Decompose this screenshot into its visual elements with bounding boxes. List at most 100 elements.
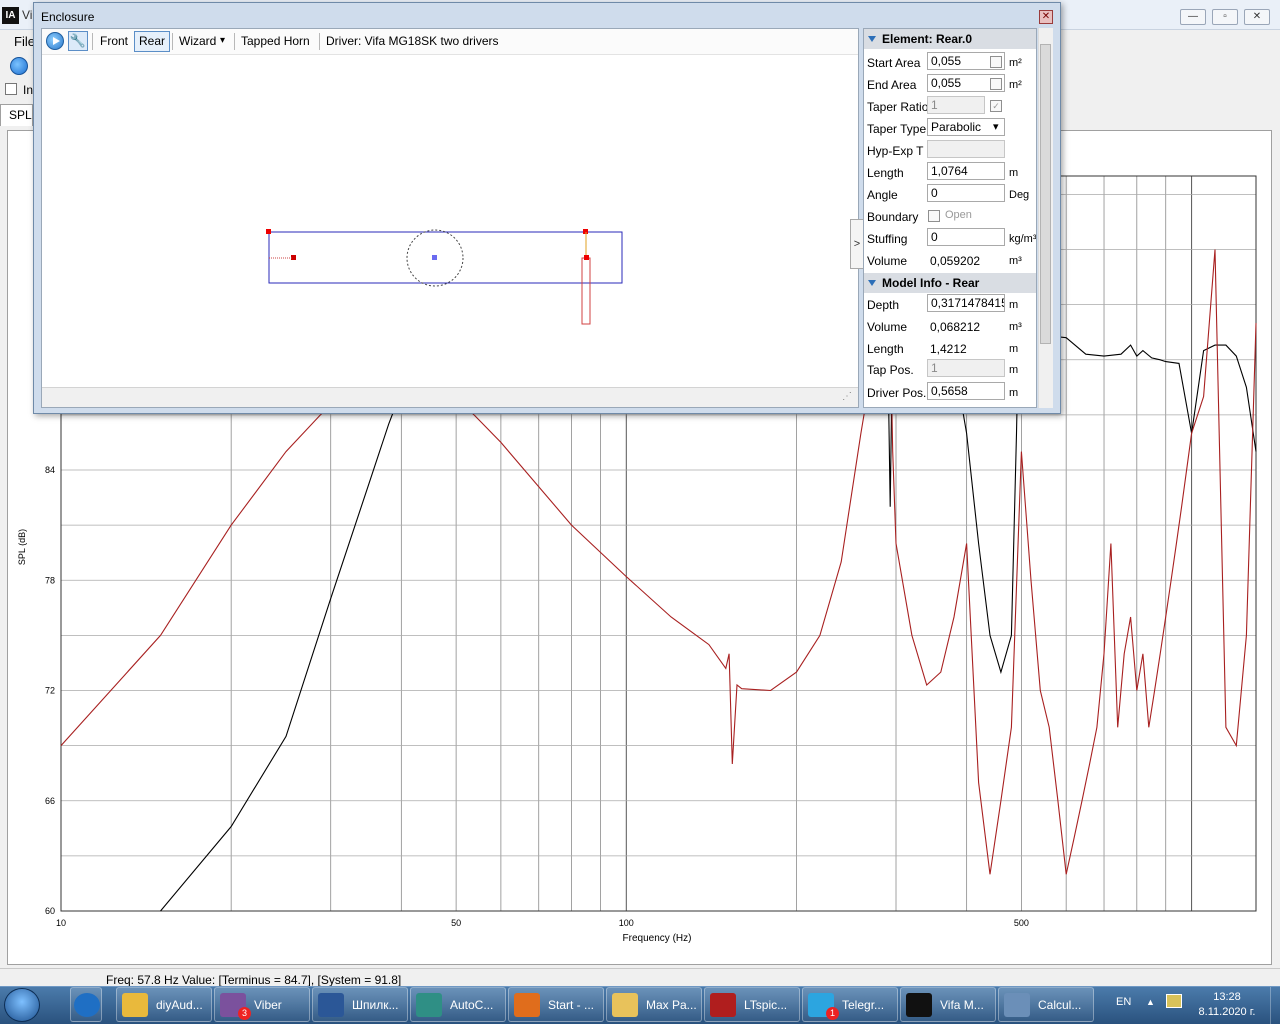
play-icon[interactable] xyxy=(46,32,64,50)
stuffing-input[interactable]: 0 xyxy=(927,228,1005,246)
taper-ratio-checkbox[interactable]: ✓ xyxy=(990,100,1002,112)
tap-handle xyxy=(584,255,589,260)
taskbar-item[interactable]: Vifa M... xyxy=(900,987,996,1022)
collapse-icon[interactable] xyxy=(868,280,876,286)
depth-input[interactable]: 0,31714784152 xyxy=(927,294,1005,312)
end-area-unit: m² xyxy=(1009,79,1022,91)
angle-unit: Deg xyxy=(1009,189,1030,201)
stuffing-unit: kg/m³ xyxy=(1009,233,1037,245)
language-indicator[interactable]: EN xyxy=(1116,996,1131,1008)
chart-xlabel: Frequency (Hz) xyxy=(623,933,692,944)
clock-time: 13:28 xyxy=(1213,991,1241,1003)
enclosure-dialog: Enclosure ✕ 🔧 Front Rear Wizard ▾ Tapped… xyxy=(33,2,1061,414)
y-tick-label: 72 xyxy=(45,686,55,696)
x-tick-label: 50 xyxy=(451,918,461,928)
model-volume-value: 0,068212 xyxy=(930,320,981,334)
front-button[interactable]: Front xyxy=(100,34,128,48)
taskbar-item[interactable]: 3 Viber xyxy=(214,987,310,1022)
expand-panel-button[interactable]: > xyxy=(850,219,864,269)
model-length-label: Length xyxy=(867,342,904,356)
status-text: Freq: 57.8 Hz Value: [Terminus = 84.7], … xyxy=(106,973,402,987)
collapse-icon[interactable] xyxy=(868,36,876,42)
notification-badge: 1 xyxy=(826,1007,839,1020)
chevron-down-icon[interactable]: ▾ xyxy=(993,120,999,133)
app-icon xyxy=(710,993,736,1017)
network-icon[interactable] xyxy=(1166,994,1182,1008)
clock[interactable]: 13:28 8.11.2020 г. xyxy=(1196,990,1258,1020)
taskbar-item[interactable]: AutoC... xyxy=(410,987,506,1022)
property-scroll-thumb[interactable] xyxy=(1040,44,1051,344)
toolbar-separator xyxy=(319,33,320,50)
model-info-section-header[interactable]: Model Info - Rear xyxy=(864,273,1036,293)
tap-pos-input: 1 xyxy=(927,359,1005,377)
taskbar-item-label: Vifa M... xyxy=(940,998,984,1012)
info-checkbox[interactable] xyxy=(5,83,17,95)
x-tick-label: 500 xyxy=(1014,918,1029,928)
enclosure-title: Enclosure xyxy=(41,10,95,24)
taskbar-item-label: diyAud... xyxy=(156,998,203,1012)
menu-file[interactable]: File xyxy=(14,34,35,49)
clock-date: 8.11.2020 г. xyxy=(1198,1006,1256,1018)
y-tick-label: 84 xyxy=(45,465,55,475)
enclosure-diagram[interactable] xyxy=(42,55,858,387)
length-input[interactable]: 1,0764 xyxy=(927,162,1005,180)
taper-ratio-label: Taper Ratio xyxy=(867,100,929,114)
tap-rect xyxy=(581,257,591,325)
toolbar-separator xyxy=(92,33,93,50)
driver-pos-label: Driver Pos. xyxy=(867,386,927,400)
app-icon xyxy=(318,993,344,1017)
length-label: Length xyxy=(867,166,904,180)
taskbar-item[interactable]: 1 Telegr... xyxy=(802,987,898,1022)
driver-pos-input[interactable]: 0,5658 xyxy=(927,382,1005,400)
boundary-label: Boundary xyxy=(867,210,919,224)
taskbar-item-label: Calcul... xyxy=(1038,998,1082,1012)
tray-expand-icon[interactable]: ▲ xyxy=(1146,997,1155,1007)
depth-unit: m xyxy=(1009,299,1019,311)
y-tick-label: 66 xyxy=(45,796,55,806)
tap-pos-unit: m xyxy=(1009,364,1019,376)
chevron-down-icon[interactable]: ▾ xyxy=(220,35,225,46)
run-icon[interactable] xyxy=(10,57,28,75)
volume-label: Volume xyxy=(867,254,908,268)
angle-input[interactable]: 0 xyxy=(927,184,1005,202)
wizard-menu[interactable]: Wizard xyxy=(179,34,216,48)
taskbar-item[interactable]: diyAud... xyxy=(116,987,212,1022)
main-window-title: Vi xyxy=(22,8,33,22)
taskbar-item[interactable]: LTspic... xyxy=(704,987,800,1022)
start-button[interactable] xyxy=(4,988,40,1022)
end-area-checkbox[interactable] xyxy=(990,78,1002,90)
taskbar-item[interactable]: Calcul... xyxy=(998,987,1094,1022)
restore-icon[interactable]: ▫ xyxy=(1212,9,1238,25)
hyp-exp-input xyxy=(927,140,1005,158)
taskbar-item[interactable]: Start - ... xyxy=(508,987,604,1022)
app-icon xyxy=(122,993,148,1017)
taskbar-item[interactable]: Max Pa... xyxy=(606,987,702,1022)
start-area-checkbox[interactable] xyxy=(990,56,1002,68)
toolbar-separator xyxy=(172,33,173,50)
taper-ratio-input: 1 xyxy=(927,96,985,114)
close-icon[interactable]: ✕ xyxy=(1039,10,1053,24)
length-unit: m xyxy=(1009,167,1019,179)
media-player-icon[interactable] xyxy=(70,987,102,1022)
tab-spl[interactable]: SPL xyxy=(0,104,33,126)
notification-badge: 3 xyxy=(238,1007,251,1020)
minimize-icon[interactable]: — xyxy=(1180,9,1206,25)
wrench-icon[interactable]: 🔧 xyxy=(68,31,88,51)
model-length-unit: m xyxy=(1009,343,1019,355)
stuffing-label: Stuffing xyxy=(867,232,908,246)
element-section-header[interactable]: Element: Rear.0 xyxy=(864,29,1036,49)
taskbar-item[interactable]: Шпилк... xyxy=(312,987,408,1022)
resize-grip-icon[interactable]: ⋰ xyxy=(842,391,852,402)
horizontal-scrollbar[interactable] xyxy=(42,387,858,407)
taskbar-item-label: Start - ... xyxy=(548,998,595,1012)
close-icon[interactable]: ✕ xyxy=(1244,9,1270,25)
show-desktop-button[interactable] xyxy=(1270,987,1280,1024)
rear-button[interactable]: Rear xyxy=(134,31,171,52)
y-tick-label: 78 xyxy=(45,575,55,585)
start-area-label: Start Area xyxy=(867,56,921,70)
start-area-unit: m² xyxy=(1009,57,1022,69)
app-logo-icon: IA xyxy=(2,7,19,24)
x-tick-label: 10 xyxy=(56,918,66,928)
toolbar-separator xyxy=(234,33,235,50)
chart-ylabel: SPL (dB) xyxy=(17,529,27,565)
